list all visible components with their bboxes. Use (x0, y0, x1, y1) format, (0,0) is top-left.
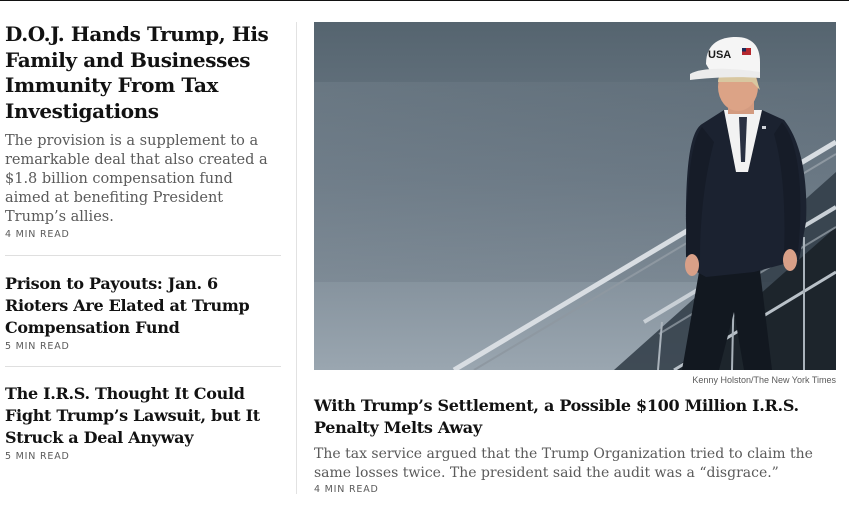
section-top-rule (0, 0, 849, 1)
story-jan6-rioters[interactable]: Prison to Payouts: Jan. 6 Rioters Are El… (5, 273, 281, 352)
main-story-summary[interactable]: The tax service argued that the Trump Or… (314, 445, 836, 482)
cap-lettering: USA (708, 49, 731, 61)
story-divider (5, 366, 281, 367)
column-divider (296, 22, 297, 494)
story-irs-deal[interactable]: The I.R.S. Thought It Could Fight Trump’… (5, 383, 281, 462)
read-time: 4 MIN READ (5, 229, 70, 240)
main-story-headline[interactable]: With Trump’s Settlement, a Possible $100… (314, 395, 836, 439)
left-story-column: D.O.J. Hands Trump, His Family and Busin… (5, 22, 281, 462)
main-story: USA Kenny Holston/The New York Times Wit… (314, 22, 836, 495)
read-time: 5 MIN READ (5, 341, 70, 352)
story-doj-immunity[interactable]: D.O.J. Hands Trump, His Family and Busin… (5, 22, 281, 240)
story-divider (5, 255, 281, 256)
story-headline[interactable]: Prison to Payouts: Jan. 6 Rioters Are El… (5, 273, 281, 339)
story-headline[interactable]: The I.R.S. Thought It Could Fight Trump’… (5, 383, 281, 449)
read-time: 5 MIN READ (5, 451, 70, 462)
read-time: 4 MIN READ (314, 484, 379, 495)
photo-credit: Kenny Holston/The New York Times (692, 375, 836, 385)
story-summary[interactable]: The provision is a supplement to a remar… (5, 132, 281, 227)
main-story-photo[interactable]: USA (314, 22, 836, 370)
story-headline[interactable]: D.O.J. Hands Trump, His Family and Busin… (5, 22, 281, 124)
